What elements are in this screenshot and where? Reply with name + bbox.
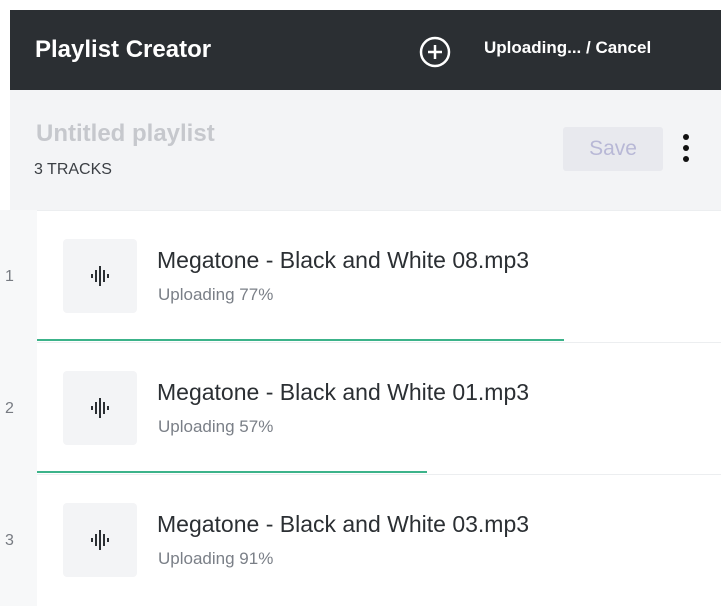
app-title: Playlist Creator xyxy=(35,36,212,63)
save-button[interactable]: Save xyxy=(563,127,663,171)
audio-waveform-icon xyxy=(91,266,109,286)
upload-status-text: Uploading 91% xyxy=(158,549,274,568)
track-index: 3 xyxy=(5,532,14,549)
upload-progress-bar xyxy=(37,471,427,473)
upload-status-text: Uploading 57% xyxy=(158,417,274,436)
track-thumbnail xyxy=(63,239,137,313)
track-card[interactable]: Megatone - Black and White 08.mp3 Uploadi… xyxy=(37,210,721,339)
upload-progress-bar xyxy=(37,339,564,341)
track-card[interactable]: Megatone - Black and White 01.mp3 Uploadi… xyxy=(37,342,721,471)
upload-status-text: Uploading 77% xyxy=(158,285,274,304)
track-list: 1 Megatone - Black and White 08.mp3 Upload… xyxy=(0,210,721,606)
playlist-header: Untitled playlist 3 TRACKS Save xyxy=(10,90,721,210)
track-name: Megatone - Black and White 01.mp3 xyxy=(157,379,530,405)
more-vertical-icon xyxy=(683,145,689,151)
track-row[interactable]: 2 Megatone - Black and White 01.mp3 Upload… xyxy=(0,342,721,474)
more-vertical-icon xyxy=(683,156,689,162)
track-index: 2 xyxy=(5,400,14,417)
add-track-button[interactable] xyxy=(418,35,452,69)
plus-circle-icon xyxy=(419,36,451,68)
track-row[interactable]: 3 Megatone - Black and White 03.mp3 Upload… xyxy=(0,474,721,606)
track-name: Megatone - Black and White 03.mp3 xyxy=(157,511,530,537)
more-options-button[interactable] xyxy=(674,126,698,170)
track-count: 3 TRACKS xyxy=(34,161,112,178)
top-bar: Playlist Creator Uploading... / Cancel xyxy=(10,10,721,90)
track-row[interactable]: 1 Megatone - Black and White 08.mp3 Upload… xyxy=(0,210,721,342)
track-card[interactable]: Megatone - Black and White 03.mp3 Uploadi… xyxy=(37,474,721,603)
upload-cancel-link[interactable]: Uploading... / Cancel xyxy=(484,38,651,58)
track-thumbnail xyxy=(63,503,137,577)
audio-waveform-icon xyxy=(91,530,109,550)
track-thumbnail xyxy=(63,371,137,445)
more-vertical-icon xyxy=(683,134,689,140)
track-index: 1 xyxy=(5,268,14,285)
audio-waveform-icon xyxy=(91,398,109,418)
track-name: Megatone - Black and White 08.mp3 xyxy=(157,247,530,273)
playlist-name[interactable]: Untitled playlist xyxy=(36,120,215,148)
